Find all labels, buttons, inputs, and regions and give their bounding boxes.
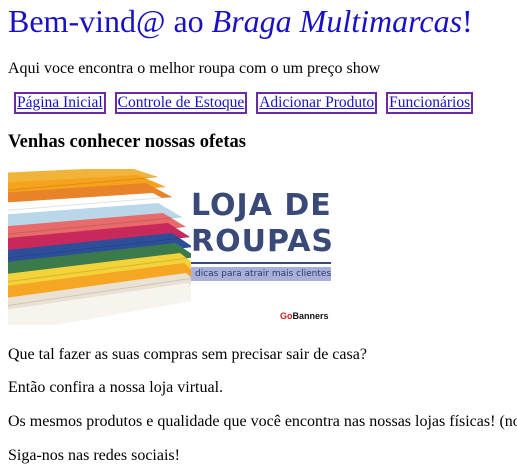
paragraph-same-products: Os mesmos produtos e qualidade que você …	[8, 413, 517, 430]
paragraph-shop-online: Que tal fazer as suas compras sem precis…	[8, 346, 367, 363]
store-banner-image: LOJA DE ROUPAS dicas para atrair mais cl…	[8, 169, 335, 325]
gobanners-logo: GoBanners	[280, 311, 329, 321]
page-title: Bem-vind@ ao Braga Multimarcas!	[8, 2, 473, 40]
section-heading: Venhas conhecer nossas ofetas	[8, 132, 246, 152]
nav-link-controle-estoque[interactable]: Controle de Estoque	[114, 92, 248, 114]
page-title-prefix: Bem-vind@ ao	[8, 3, 212, 39]
banner-tagline: dicas para atrair mais clientes	[191, 267, 331, 281]
gobanners-logo-go: Go	[280, 311, 293, 321]
nav-link-funcionarios[interactable]: Funcionários	[386, 92, 474, 114]
main-nav: Página Inicial Controle de Estoque Adici…	[14, 92, 474, 114]
nav-link-pagina-inicial[interactable]: Página Inicial	[14, 92, 106, 114]
paragraph-virtual-store: Então confira a nossa loja virtual.	[8, 379, 224, 396]
folded-shirts-illustration	[8, 169, 191, 325]
gobanners-logo-rest: Banners	[292, 311, 329, 321]
nav-link-adicionar-produto[interactable]: Adicionar Produto	[256, 92, 378, 114]
banner-title-line1: LOJA DE	[191, 188, 332, 223]
intro-text: Aqui voce encontra o melhor roupa com o …	[8, 60, 381, 77]
page-title-brand: Braga Multimarcas	[211, 3, 463, 39]
page-title-suffix: !	[462, 3, 473, 39]
banner-title-line2: ROUPAS	[191, 224, 335, 259]
paragraph-social: Siga-nos nas redes sociais!	[8, 447, 180, 464]
banner-divider	[191, 262, 331, 264]
